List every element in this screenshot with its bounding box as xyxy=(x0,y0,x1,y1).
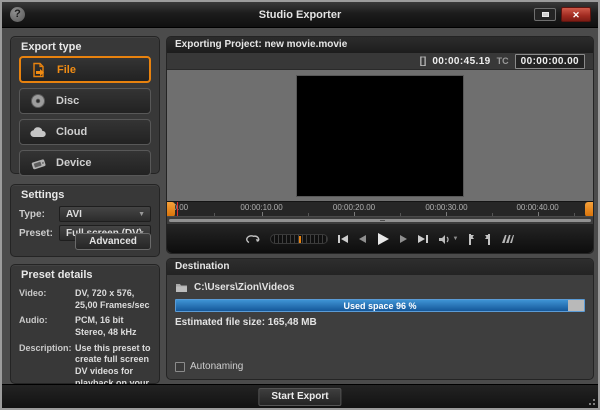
export-type-device-button[interactable]: Device xyxy=(19,150,151,176)
playhead[interactable] xyxy=(177,202,178,216)
range-duration-value: 00:00:45.19 xyxy=(432,56,490,67)
export-type-disc-label: Disc xyxy=(56,95,79,107)
step-forward-icon[interactable] xyxy=(399,234,408,244)
close-button[interactable]: ✕ xyxy=(561,7,591,22)
start-export-button[interactable]: Start Export xyxy=(258,388,341,406)
export-type-file-button[interactable]: File xyxy=(19,56,151,83)
chevron-down-icon: ▼ xyxy=(138,211,145,218)
ruler-label: 00:00:30.00 xyxy=(425,203,467,212)
audio-value: PCM, 16 bit Stereo, 48 kHz xyxy=(75,315,151,338)
exporting-project-title: Exporting Project: new movie.movie xyxy=(167,37,593,53)
export-type-cloud-button[interactable]: Cloud xyxy=(19,119,151,145)
loop-playback-icon[interactable] xyxy=(246,234,261,245)
file-icon xyxy=(21,62,57,78)
preset-details-header: Preset details xyxy=(11,265,159,284)
ruler-label: 00:00:20.00 xyxy=(333,203,375,212)
device-icon xyxy=(20,157,56,170)
preview-area xyxy=(167,70,593,201)
chevron-down-icon: ▼ xyxy=(453,236,459,242)
playback-controls: ▼ xyxy=(167,224,593,253)
advanced-button[interactable]: Advanced xyxy=(75,233,151,250)
step-back-icon[interactable] xyxy=(358,234,367,244)
resize-grip-icon[interactable] xyxy=(585,395,595,405)
used-space-label: Used space 96 % xyxy=(176,300,584,312)
settings-header: Settings xyxy=(11,185,159,204)
video-row: Video: DV, 720 x 576, 25,00 Frames/sec xyxy=(19,288,151,311)
trim-in-handle[interactable] xyxy=(167,202,175,216)
timeline-ruler[interactable]: 00:00:00.00 00:00:10.00 00:00:20.00 00:0… xyxy=(167,201,593,216)
folder-icon xyxy=(175,282,188,293)
destination-panel: Destination C:\Users\Zion\Videos Used sp… xyxy=(166,258,594,380)
range-duration-icon: [] xyxy=(420,56,427,67)
preset-details-panel: Preset details Video: DV, 720 x 576, 25,… xyxy=(10,264,160,384)
play-button[interactable] xyxy=(376,232,390,246)
3d-view-icon[interactable] xyxy=(501,234,514,244)
minimize-icon xyxy=(542,12,549,17)
estimated-file-size: Estimated file size: 165,48 MB xyxy=(175,317,585,328)
minimize-button[interactable] xyxy=(534,8,556,21)
footer-bar: Start Export xyxy=(2,384,598,408)
destination-path-row[interactable]: C:\Users\Zion\Videos xyxy=(175,282,585,293)
video-frame xyxy=(296,75,464,197)
destination-path: C:\Users\Zion\Videos xyxy=(194,282,294,293)
preset-label: Preset: xyxy=(19,228,59,239)
export-type-panel: Export type File Disc Cloud Device xyxy=(10,36,160,174)
timeline-scrollbar[interactable] xyxy=(167,216,593,224)
trim-out-handle[interactable] xyxy=(585,202,593,216)
speaker-icon xyxy=(438,234,451,245)
go-to-start-icon[interactable] xyxy=(337,234,349,244)
export-type-file-label: File xyxy=(57,64,76,76)
used-space-bar: Used space 96 % xyxy=(175,299,585,312)
type-value: AVI xyxy=(66,207,82,222)
preview-panel: Exporting Project: new movie.movie [] 00… xyxy=(166,36,594,254)
ruler-label: 00:00:40.00 xyxy=(516,203,558,212)
export-type-header: Export type xyxy=(11,37,159,56)
mark-out-icon[interactable] xyxy=(484,234,492,245)
timecode-row: [] 00:00:45.19 TC 00:00:00.00 xyxy=(167,53,593,70)
jog-shuttle-slider[interactable] xyxy=(270,234,328,244)
video-value: DV, 720 x 576, 25,00 Frames/sec xyxy=(75,288,151,311)
type-dropdown[interactable]: AVI ▼ xyxy=(59,206,151,222)
autonaming-checkbox[interactable] xyxy=(175,362,185,372)
timecode-field[interactable]: 00:00:00.00 xyxy=(515,54,585,69)
export-type-device-label: Device xyxy=(56,157,91,169)
autonaming-option[interactable]: Autonaming xyxy=(175,361,243,372)
tc-label: TC xyxy=(497,56,509,66)
ruler-label: 00:00:10.00 xyxy=(240,203,282,212)
cloud-icon xyxy=(20,126,56,138)
studio-exporter-window: ? Studio Exporter ✕ Export type File Dis… xyxy=(0,0,600,410)
video-label: Video: xyxy=(19,288,75,311)
volume-control[interactable]: ▼ xyxy=(438,234,459,245)
titlebar: ? Studio Exporter ✕ xyxy=(2,2,598,28)
disc-icon xyxy=(20,93,56,109)
export-type-cloud-label: Cloud xyxy=(56,126,87,138)
autonaming-label: Autonaming xyxy=(190,361,243,372)
audio-label: Audio: xyxy=(19,315,75,338)
go-to-end-icon[interactable] xyxy=(417,234,429,244)
settings-panel: Settings Type: AVI ▼ Preset: Full screen… xyxy=(10,184,160,257)
mark-in-icon[interactable] xyxy=(467,234,475,245)
destination-header: Destination xyxy=(167,259,593,275)
export-type-disc-button[interactable]: Disc xyxy=(19,88,151,114)
window-title: Studio Exporter xyxy=(2,2,598,28)
type-label: Type: xyxy=(19,209,59,220)
audio-row: Audio: PCM, 16 bit Stereo, 48 kHz xyxy=(19,315,151,338)
